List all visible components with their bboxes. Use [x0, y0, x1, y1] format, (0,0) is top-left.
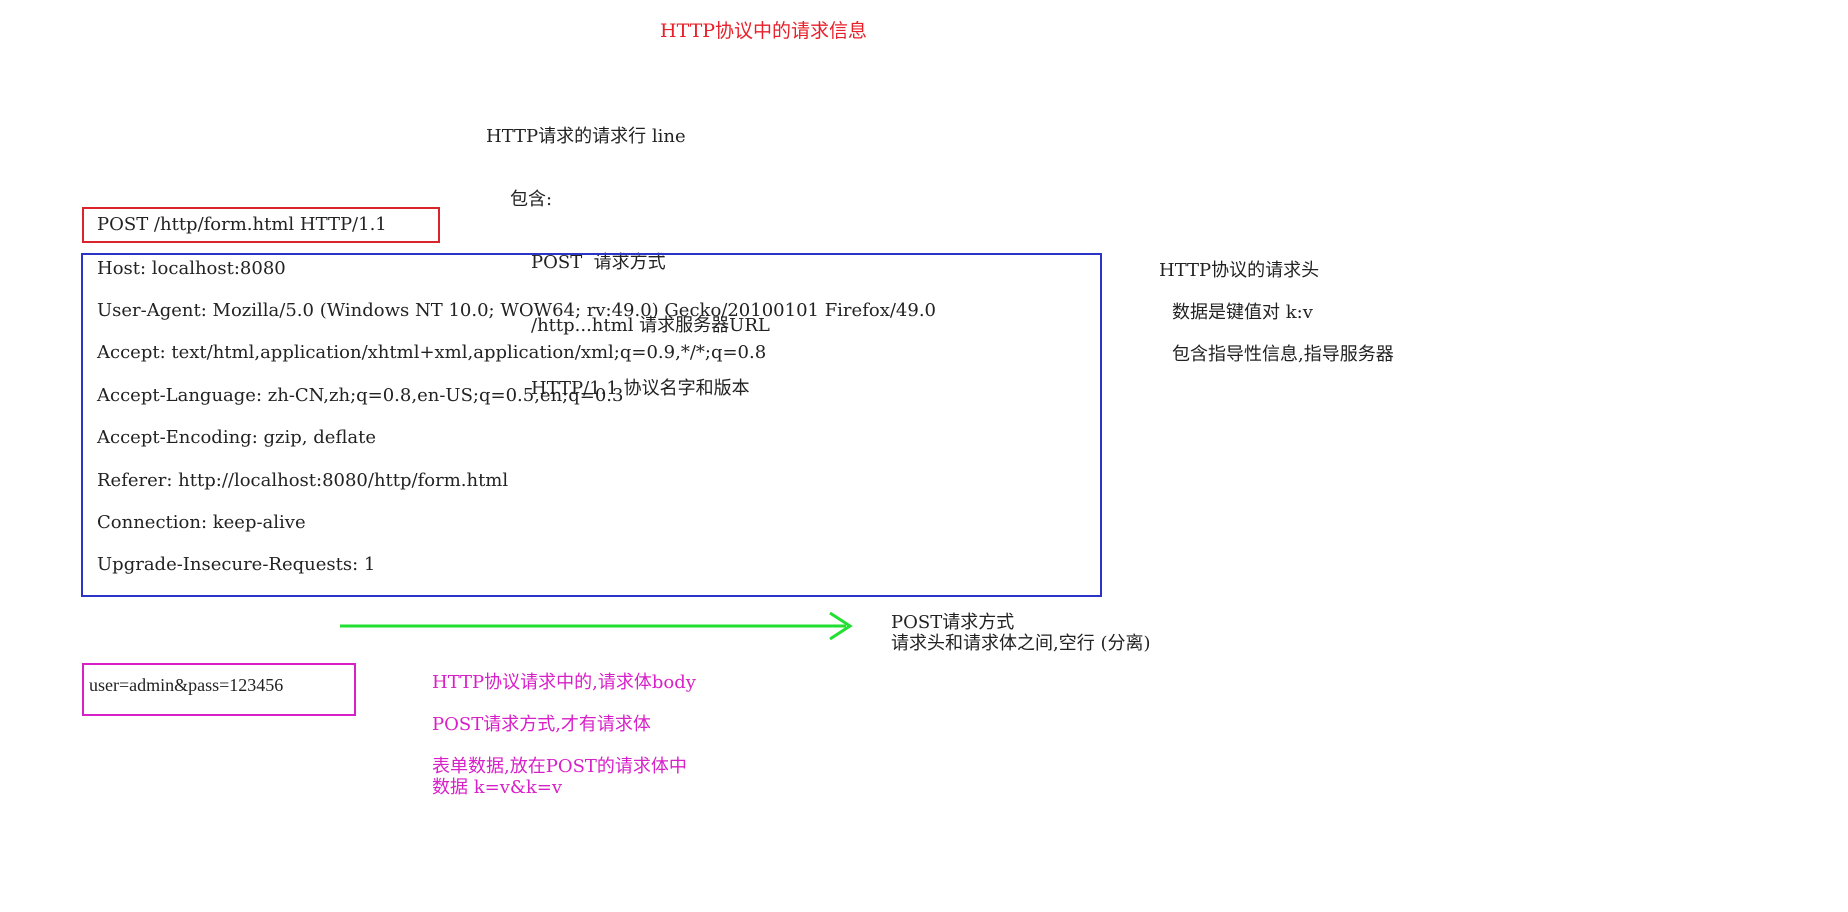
- body-note-line4: 数据 k=v&k=v: [432, 777, 563, 798]
- header-row: Host: localhost:8080: [97, 258, 286, 279]
- headers-note-guide: 包含指导性信息,指导服务器: [1172, 344, 1394, 365]
- header-row: Accept-Language: zh-CN,zh;q=0.8,en-US;q=…: [97, 385, 624, 406]
- request-line-note-contains: 包含:: [510, 189, 553, 210]
- header-row: Accept-Encoding: gzip, deflate: [97, 427, 377, 448]
- request-headers-note: HTTP协议的请求头 数据是键值对 k:v 包含指导性信息,指导服务器: [1159, 256, 1394, 382]
- header-row: Accept: text/html,application/xhtml+xml,…: [97, 342, 767, 363]
- request-line-note-heading: HTTP请求的请求行 line: [486, 126, 686, 147]
- header-row: Referer: http://localhost:8080/http/form…: [97, 470, 509, 491]
- separator-arrow-icon: [340, 611, 853, 641]
- body-note-line1: HTTP协议请求中的,请求体body: [432, 672, 696, 693]
- body-note-line3: 表单数据,放在POST的请求体中: [432, 756, 687, 777]
- headers-note-kv: 数据是键值对 k:v: [1172, 302, 1313, 323]
- request-body-note: HTTP协议请求中的,请求体body POST请求方式,才有请求体 表单数据,放…: [432, 672, 696, 798]
- header-row: User-Agent: Mozilla/5.0 (Windows NT 10.0…: [97, 300, 936, 321]
- header-row: Connection: keep-alive: [97, 512, 306, 533]
- headers-note-heading: HTTP协议的请求头: [1159, 260, 1320, 281]
- diagram-title: HTTP协议中的请求信息: [660, 20, 868, 42]
- request-body-text: user=admin&pass=123456: [89, 675, 284, 695]
- header-row: Upgrade-Insecure-Requests: 1: [97, 554, 376, 575]
- blank-line-note-line2: 请求头和请求体之间,空行 (分离): [891, 633, 1151, 654]
- request-line-text: POST /http/form.html HTTP/1.1: [97, 214, 387, 235]
- blank-line-note: POST请求方式 请求头和请求体之间,空行 (分离): [891, 612, 1151, 654]
- blank-line-note-line1: POST请求方式: [891, 612, 1015, 633]
- body-note-line2: POST请求方式,才有请求体: [432, 714, 651, 735]
